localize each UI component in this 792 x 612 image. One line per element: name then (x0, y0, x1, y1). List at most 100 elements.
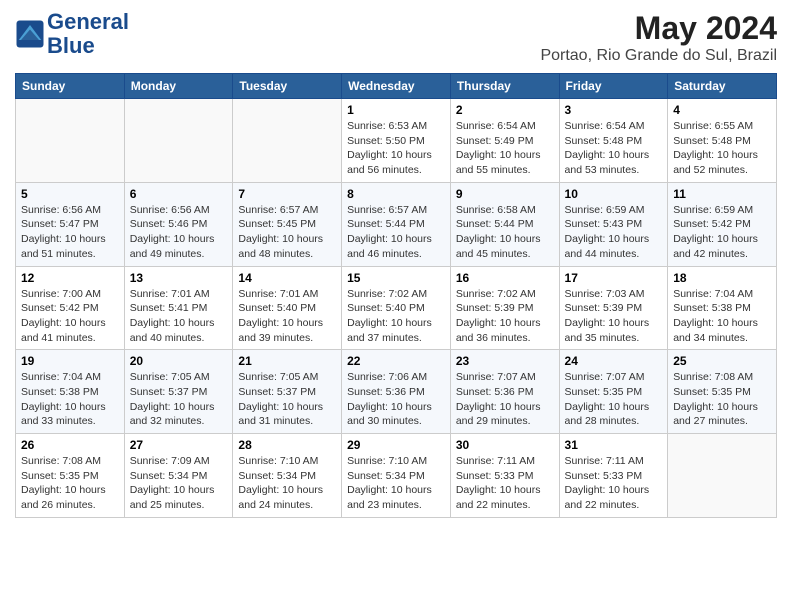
calendar-day-cell: 5 Sunrise: 6:56 AMSunset: 5:47 PMDayligh… (16, 182, 125, 266)
day-number: 3 (565, 103, 663, 117)
day-info: Sunrise: 7:09 AMSunset: 5:34 PMDaylight:… (130, 455, 215, 511)
calendar-day-cell: 22 Sunrise: 7:06 AMSunset: 5:36 PMDaylig… (342, 350, 451, 434)
day-info: Sunrise: 6:54 AMSunset: 5:49 PMDaylight:… (456, 120, 541, 176)
calendar-day-cell: 18 Sunrise: 7:04 AMSunset: 5:38 PMDaylig… (668, 266, 777, 350)
day-number: 23 (456, 354, 554, 368)
day-info: Sunrise: 7:00 AMSunset: 5:42 PMDaylight:… (21, 288, 106, 344)
calendar-day-cell: 10 Sunrise: 6:59 AMSunset: 5:43 PMDaylig… (559, 182, 668, 266)
day-number: 1 (347, 103, 445, 117)
weekday-header-cell: Saturday (668, 74, 777, 99)
calendar-day-cell: 13 Sunrise: 7:01 AMSunset: 5:41 PMDaylig… (124, 266, 233, 350)
main-title: May 2024 (540, 10, 777, 47)
day-number: 12 (21, 271, 119, 285)
day-number: 21 (238, 354, 336, 368)
day-info: Sunrise: 6:57 AMSunset: 5:45 PMDaylight:… (238, 204, 323, 260)
weekday-header-cell: Thursday (450, 74, 559, 99)
day-info: Sunrise: 6:55 AMSunset: 5:48 PMDaylight:… (673, 120, 758, 176)
header: General Blue May 2024 Portao, Rio Grande… (15, 10, 777, 65)
day-info: Sunrise: 6:56 AMSunset: 5:46 PMDaylight:… (130, 204, 215, 260)
day-info: Sunrise: 7:08 AMSunset: 5:35 PMDaylight:… (673, 371, 758, 427)
calendar-day-cell: 14 Sunrise: 7:01 AMSunset: 5:40 PMDaylig… (233, 266, 342, 350)
logo: General Blue (15, 10, 129, 58)
day-info: Sunrise: 7:02 AMSunset: 5:39 PMDaylight:… (456, 288, 541, 344)
calendar-day-cell: 19 Sunrise: 7:04 AMSunset: 5:38 PMDaylig… (16, 350, 125, 434)
day-info: Sunrise: 6:54 AMSunset: 5:48 PMDaylight:… (565, 120, 650, 176)
day-number: 17 (565, 271, 663, 285)
weekday-header-row: SundayMondayTuesdayWednesdayThursdayFrid… (16, 74, 777, 99)
calendar-week-row: 1 Sunrise: 6:53 AMSunset: 5:50 PMDayligh… (16, 99, 777, 183)
calendar-day-cell: 30 Sunrise: 7:11 AMSunset: 5:33 PMDaylig… (450, 434, 559, 518)
calendar-day-cell: 8 Sunrise: 6:57 AMSunset: 5:44 PMDayligh… (342, 182, 451, 266)
day-number: 30 (456, 438, 554, 452)
calendar-day-cell: 16 Sunrise: 7:02 AMSunset: 5:39 PMDaylig… (450, 266, 559, 350)
day-number: 19 (21, 354, 119, 368)
day-info: Sunrise: 7:05 AMSunset: 5:37 PMDaylight:… (130, 371, 215, 427)
calendar-week-row: 12 Sunrise: 7:00 AMSunset: 5:42 PMDaylig… (16, 266, 777, 350)
calendar-week-row: 19 Sunrise: 7:04 AMSunset: 5:38 PMDaylig… (16, 350, 777, 434)
weekday-header-cell: Friday (559, 74, 668, 99)
logo-line1: General (47, 9, 129, 34)
calendar-day-cell: 25 Sunrise: 7:08 AMSunset: 5:35 PMDaylig… (668, 350, 777, 434)
calendar-day-cell: 31 Sunrise: 7:11 AMSunset: 5:33 PMDaylig… (559, 434, 668, 518)
calendar-body: 1 Sunrise: 6:53 AMSunset: 5:50 PMDayligh… (16, 99, 777, 518)
title-block: May 2024 Portao, Rio Grande do Sul, Braz… (540, 10, 777, 65)
calendar-week-row: 5 Sunrise: 6:56 AMSunset: 5:47 PMDayligh… (16, 182, 777, 266)
day-number: 20 (130, 354, 228, 368)
calendar-day-cell: 15 Sunrise: 7:02 AMSunset: 5:40 PMDaylig… (342, 266, 451, 350)
day-number: 14 (238, 271, 336, 285)
day-info: Sunrise: 7:10 AMSunset: 5:34 PMDaylight:… (238, 455, 323, 511)
day-number: 25 (673, 354, 771, 368)
calendar-day-cell (233, 99, 342, 183)
day-info: Sunrise: 7:01 AMSunset: 5:40 PMDaylight:… (238, 288, 323, 344)
calendar-day-cell: 4 Sunrise: 6:55 AMSunset: 5:48 PMDayligh… (668, 99, 777, 183)
day-info: Sunrise: 7:10 AMSunset: 5:34 PMDaylight:… (347, 455, 432, 511)
day-info: Sunrise: 7:11 AMSunset: 5:33 PMDaylight:… (456, 455, 541, 511)
day-number: 5 (21, 187, 119, 201)
calendar-day-cell: 29 Sunrise: 7:10 AMSunset: 5:34 PMDaylig… (342, 434, 451, 518)
day-info: Sunrise: 7:08 AMSunset: 5:35 PMDaylight:… (21, 455, 106, 511)
calendar-day-cell (668, 434, 777, 518)
day-number: 29 (347, 438, 445, 452)
calendar-day-cell: 17 Sunrise: 7:03 AMSunset: 5:39 PMDaylig… (559, 266, 668, 350)
day-info: Sunrise: 7:11 AMSunset: 5:33 PMDaylight:… (565, 455, 650, 511)
calendar-day-cell: 20 Sunrise: 7:05 AMSunset: 5:37 PMDaylig… (124, 350, 233, 434)
day-number: 7 (238, 187, 336, 201)
day-info: Sunrise: 7:04 AMSunset: 5:38 PMDaylight:… (21, 371, 106, 427)
calendar-day-cell: 21 Sunrise: 7:05 AMSunset: 5:37 PMDaylig… (233, 350, 342, 434)
calendar-day-cell: 11 Sunrise: 6:59 AMSunset: 5:42 PMDaylig… (668, 182, 777, 266)
logo-text: General Blue (47, 10, 129, 58)
day-info: Sunrise: 6:56 AMSunset: 5:47 PMDaylight:… (21, 204, 106, 260)
calendar-week-row: 26 Sunrise: 7:08 AMSunset: 5:35 PMDaylig… (16, 434, 777, 518)
day-info: Sunrise: 7:02 AMSunset: 5:40 PMDaylight:… (347, 288, 432, 344)
day-info: Sunrise: 6:58 AMSunset: 5:44 PMDaylight:… (456, 204, 541, 260)
day-number: 13 (130, 271, 228, 285)
day-number: 8 (347, 187, 445, 201)
weekday-header-cell: Tuesday (233, 74, 342, 99)
day-number: 26 (21, 438, 119, 452)
calendar-day-cell: 2 Sunrise: 6:54 AMSunset: 5:49 PMDayligh… (450, 99, 559, 183)
weekday-header-cell: Wednesday (342, 74, 451, 99)
day-number: 6 (130, 187, 228, 201)
day-info: Sunrise: 7:03 AMSunset: 5:39 PMDaylight:… (565, 288, 650, 344)
day-info: Sunrise: 6:59 AMSunset: 5:43 PMDaylight:… (565, 204, 650, 260)
day-number: 18 (673, 271, 771, 285)
day-number: 31 (565, 438, 663, 452)
page-container: General Blue May 2024 Portao, Rio Grande… (0, 0, 792, 528)
day-info: Sunrise: 7:07 AMSunset: 5:36 PMDaylight:… (456, 371, 541, 427)
day-info: Sunrise: 6:57 AMSunset: 5:44 PMDaylight:… (347, 204, 432, 260)
calendar-day-cell: 9 Sunrise: 6:58 AMSunset: 5:44 PMDayligh… (450, 182, 559, 266)
logo-icon (15, 19, 45, 49)
day-number: 4 (673, 103, 771, 117)
calendar-day-cell: 24 Sunrise: 7:07 AMSunset: 5:35 PMDaylig… (559, 350, 668, 434)
day-number: 16 (456, 271, 554, 285)
weekday-header-cell: Monday (124, 74, 233, 99)
day-number: 9 (456, 187, 554, 201)
day-info: Sunrise: 6:59 AMSunset: 5:42 PMDaylight:… (673, 204, 758, 260)
calendar-day-cell (124, 99, 233, 183)
calendar-day-cell: 1 Sunrise: 6:53 AMSunset: 5:50 PMDayligh… (342, 99, 451, 183)
calendar-day-cell: 12 Sunrise: 7:00 AMSunset: 5:42 PMDaylig… (16, 266, 125, 350)
day-info: Sunrise: 7:05 AMSunset: 5:37 PMDaylight:… (238, 371, 323, 427)
day-number: 10 (565, 187, 663, 201)
day-number: 22 (347, 354, 445, 368)
calendar-day-cell: 26 Sunrise: 7:08 AMSunset: 5:35 PMDaylig… (16, 434, 125, 518)
